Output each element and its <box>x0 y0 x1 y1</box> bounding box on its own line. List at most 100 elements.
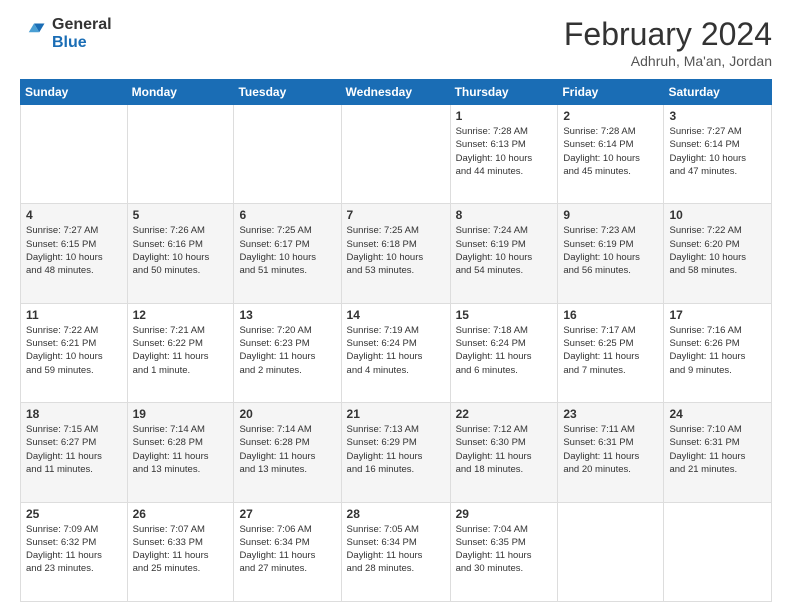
day-info: Sunrise: 7:22 AM Sunset: 6:20 PM Dayligh… <box>669 224 766 277</box>
calendar-week-row: 4Sunrise: 7:27 AM Sunset: 6:15 PM Daylig… <box>21 204 772 303</box>
day-number: 19 <box>133 407 229 421</box>
day-info: Sunrise: 7:11 AM Sunset: 6:31 PM Dayligh… <box>563 423 658 476</box>
day-info: Sunrise: 7:06 AM Sunset: 6:34 PM Dayligh… <box>239 523 335 576</box>
calendar-cell <box>664 502 772 601</box>
day-info: Sunrise: 7:22 AM Sunset: 6:21 PM Dayligh… <box>26 324 122 377</box>
sub-title: Adhruh, Ma'an, Jordan <box>564 53 772 69</box>
day-number: 1 <box>456 109 553 123</box>
calendar-cell: 27 Sunrise: 7:06 AM Sunset: 6:34 PM Dayli… <box>234 502 341 601</box>
header-day: Saturday <box>664 80 772 105</box>
day-info: Sunrise: 7:12 AM Sunset: 6:30 PM Dayligh… <box>456 423 553 476</box>
calendar-cell: 17Sunrise: 7:16 AM Sunset: 6:26 PM Dayli… <box>664 303 772 402</box>
calendar-cell: 10 Sunrise: 7:22 AM Sunset: 6:20 PM Dayli… <box>664 204 772 303</box>
day-number: 10 <box>669 208 766 222</box>
header-day: Tuesday <box>234 80 341 105</box>
day-info: Sunrise: 7:25 AM Sunset: 6:18 PM Dayligh… <box>347 224 445 277</box>
calendar-week-row: 18 Sunrise: 7:15 AM Sunset: 6:27 PM Dayli… <box>21 403 772 502</box>
header-day: Friday <box>558 80 664 105</box>
calendar-cell: 15 Sunrise: 7:18 AM Sunset: 6:24 PM Dayli… <box>450 303 558 402</box>
day-number: 6 <box>239 208 335 222</box>
calendar-cell <box>127 105 234 204</box>
day-info: Sunrise: 7:25 AM Sunset: 6:17 PM Dayligh… <box>239 224 335 277</box>
day-info: Sunrise: 7:26 AM Sunset: 6:16 PM Dayligh… <box>133 224 229 277</box>
day-number: 13 <box>239 308 335 322</box>
title-section: February 2024 Adhruh, Ma'an, Jordan <box>564 16 772 69</box>
calendar-cell: 29 Sunrise: 7:04 AM Sunset: 6:35 PM Dayli… <box>450 502 558 601</box>
calendar-week-row: 11 Sunrise: 7:22 AM Sunset: 6:21 PM Dayli… <box>21 303 772 402</box>
day-number: 22 <box>456 407 553 421</box>
day-info: Sunrise: 7:07 AM Sunset: 6:33 PM Dayligh… <box>133 523 229 576</box>
calendar-cell: 8Sunrise: 7:24 AM Sunset: 6:19 PM Daylig… <box>450 204 558 303</box>
day-info: Sunrise: 7:13 AM Sunset: 6:29 PM Dayligh… <box>347 423 445 476</box>
day-info: Sunrise: 7:14 AM Sunset: 6:28 PM Dayligh… <box>133 423 229 476</box>
header-day: Sunday <box>21 80 128 105</box>
day-number: 11 <box>26 308 122 322</box>
logo-text: General Blue <box>52 16 112 51</box>
day-number: 24 <box>669 407 766 421</box>
logo-blue: Blue <box>52 34 112 52</box>
calendar-cell: 7 Sunrise: 7:25 AM Sunset: 6:18 PM Daylig… <box>341 204 450 303</box>
day-number: 7 <box>347 208 445 222</box>
day-number: 3 <box>669 109 766 123</box>
day-number: 5 <box>133 208 229 222</box>
day-info: Sunrise: 7:15 AM Sunset: 6:27 PM Dayligh… <box>26 423 122 476</box>
day-number: 12 <box>133 308 229 322</box>
day-info: Sunrise: 7:14 AM Sunset: 6:28 PM Dayligh… <box>239 423 335 476</box>
calendar-cell: 16Sunrise: 7:17 AM Sunset: 6:25 PM Dayli… <box>558 303 664 402</box>
calendar-cell: 19 Sunrise: 7:14 AM Sunset: 6:28 PM Dayli… <box>127 403 234 502</box>
day-number: 8 <box>456 208 553 222</box>
header-day: Monday <box>127 80 234 105</box>
day-info: Sunrise: 7:28 AM Sunset: 6:14 PM Dayligh… <box>563 125 658 178</box>
logo-icon <box>20 20 48 48</box>
calendar-cell: 5 Sunrise: 7:26 AM Sunset: 6:16 PM Daylig… <box>127 204 234 303</box>
calendar-cell: 6 Sunrise: 7:25 AM Sunset: 6:17 PM Daylig… <box>234 204 341 303</box>
day-number: 25 <box>26 507 122 521</box>
calendar-cell: 14 Sunrise: 7:19 AM Sunset: 6:24 PM Dayli… <box>341 303 450 402</box>
day-number: 28 <box>347 507 445 521</box>
day-info: Sunrise: 7:28 AM Sunset: 6:13 PM Dayligh… <box>456 125 553 178</box>
header-day: Thursday <box>450 80 558 105</box>
calendar-table: SundayMondayTuesdayWednesdayThursdayFrid… <box>20 79 772 602</box>
day-info: Sunrise: 7:09 AM Sunset: 6:32 PM Dayligh… <box>26 523 122 576</box>
day-number: 15 <box>456 308 553 322</box>
day-info: Sunrise: 7:04 AM Sunset: 6:35 PM Dayligh… <box>456 523 553 576</box>
calendar-cell: 1 Sunrise: 7:28 AM Sunset: 6:13 PM Daylig… <box>450 105 558 204</box>
calendar-cell: 24 Sunrise: 7:10 AM Sunset: 6:31 PM Dayli… <box>664 403 772 502</box>
day-info: Sunrise: 7:10 AM Sunset: 6:31 PM Dayligh… <box>669 423 766 476</box>
calendar-cell: 11 Sunrise: 7:22 AM Sunset: 6:21 PM Dayli… <box>21 303 128 402</box>
day-number: 21 <box>347 407 445 421</box>
calendar-cell: 2 Sunrise: 7:28 AM Sunset: 6:14 PM Daylig… <box>558 105 664 204</box>
calendar-cell: 21 Sunrise: 7:13 AM Sunset: 6:29 PM Dayli… <box>341 403 450 502</box>
calendar: SundayMondayTuesdayWednesdayThursdayFrid… <box>20 79 772 602</box>
day-number: 26 <box>133 507 229 521</box>
header-day: Wednesday <box>341 80 450 105</box>
day-info: Sunrise: 7:27 AM Sunset: 6:14 PM Dayligh… <box>669 125 766 178</box>
day-info: Sunrise: 7:21 AM Sunset: 6:22 PM Dayligh… <box>133 324 229 377</box>
calendar-cell <box>558 502 664 601</box>
calendar-cell: 26 Sunrise: 7:07 AM Sunset: 6:33 PM Dayli… <box>127 502 234 601</box>
day-number: 23 <box>563 407 658 421</box>
calendar-cell: 22 Sunrise: 7:12 AM Sunset: 6:30 PM Dayli… <box>450 403 558 502</box>
day-number: 2 <box>563 109 658 123</box>
day-number: 16 <box>563 308 658 322</box>
header-row: SundayMondayTuesdayWednesdayThursdayFrid… <box>21 80 772 105</box>
day-number: 18 <box>26 407 122 421</box>
day-info: Sunrise: 7:05 AM Sunset: 6:34 PM Dayligh… <box>347 523 445 576</box>
calendar-cell: 23 Sunrise: 7:11 AM Sunset: 6:31 PM Dayli… <box>558 403 664 502</box>
calendar-week-row: 1 Sunrise: 7:28 AM Sunset: 6:13 PM Daylig… <box>21 105 772 204</box>
day-number: 14 <box>347 308 445 322</box>
calendar-cell: 25 Sunrise: 7:09 AM Sunset: 6:32 PM Dayli… <box>21 502 128 601</box>
day-info: Sunrise: 7:27 AM Sunset: 6:15 PM Dayligh… <box>26 224 122 277</box>
main-title: February 2024 <box>564 16 772 53</box>
day-info: Sunrise: 7:20 AM Sunset: 6:23 PM Dayligh… <box>239 324 335 377</box>
calendar-cell: 20Sunrise: 7:14 AM Sunset: 6:28 PM Dayli… <box>234 403 341 502</box>
calendar-week-row: 25 Sunrise: 7:09 AM Sunset: 6:32 PM Dayli… <box>21 502 772 601</box>
logo-general: General <box>52 16 112 34</box>
calendar-cell <box>341 105 450 204</box>
day-number: 29 <box>456 507 553 521</box>
calendar-cell: 4Sunrise: 7:27 AM Sunset: 6:15 PM Daylig… <box>21 204 128 303</box>
day-number: 27 <box>239 507 335 521</box>
day-info: Sunrise: 7:19 AM Sunset: 6:24 PM Dayligh… <box>347 324 445 377</box>
day-info: Sunrise: 7:18 AM Sunset: 6:24 PM Dayligh… <box>456 324 553 377</box>
calendar-cell: 18 Sunrise: 7:15 AM Sunset: 6:27 PM Dayli… <box>21 403 128 502</box>
